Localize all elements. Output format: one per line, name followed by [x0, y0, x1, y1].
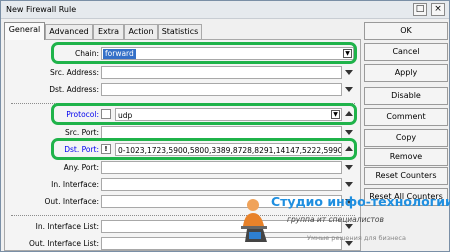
tab-statistics[interactable]: Statistics — [158, 24, 202, 39]
src-address-field[interactable] — [101, 66, 342, 79]
src-address-row: Src. Address: — [5, 66, 362, 80]
dst-address-dropdown-icon[interactable] — [345, 87, 353, 92]
tab-extra[interactable]: Extra — [93, 24, 124, 39]
protocol-highlight — [51, 103, 357, 125]
out-interface-list-label: Out. Interface List: — [29, 239, 99, 248]
any-port-row: Any. Port: — [5, 161, 362, 175]
close-icon[interactable]: × — [431, 3, 445, 16]
watermark-title: Студио инфо-технологии — [271, 194, 450, 209]
restore-icon[interactable]: □ — [413, 3, 427, 16]
cancel-button[interactable]: Cancel — [364, 43, 448, 61]
disable-button[interactable]: Disable — [364, 87, 448, 105]
tab-action[interactable]: Action — [124, 24, 158, 39]
remove-button[interactable]: Remove — [364, 148, 448, 166]
in-interface-row: In. Interface: — [5, 178, 362, 192]
chain-highlight — [51, 42, 357, 64]
apply-button[interactable]: Apply — [364, 64, 448, 82]
src-address-label: Src. Address: — [50, 68, 99, 77]
comment-button[interactable]: Comment — [364, 108, 448, 126]
copy-button[interactable]: Copy — [364, 129, 448, 147]
watermark-tagline: Умные решения для бизнеса — [307, 234, 406, 242]
dst-port-highlight — [51, 138, 357, 160]
src-port-dropdown-icon[interactable] — [345, 130, 353, 135]
tab-advanced[interactable]: Advanced — [45, 24, 93, 39]
src-address-dropdown-icon[interactable] — [345, 70, 353, 75]
watermark-subtitle: группа ит специалистов — [287, 215, 384, 224]
title-bar[interactable]: New Firewall Rule □ × — [1, 1, 449, 19]
in-interface-list-label: In. Interface List: — [35, 222, 99, 231]
reset-counters-button[interactable]: Reset Counters — [364, 167, 448, 185]
src-port-label: Src. Port: — [65, 128, 99, 137]
firewall-rule-window: New Firewall Rule □ × General Advanced E… — [0, 0, 450, 252]
tab-bar: General Advanced Extra Action Statistics — [4, 22, 304, 40]
person-laptop-icon — [241, 199, 267, 242]
dst-address-field[interactable] — [101, 83, 342, 96]
ok-button[interactable]: OK — [364, 22, 448, 40]
dst-address-label: Dst. Address: — [49, 85, 99, 94]
in-interface-select[interactable] — [101, 178, 342, 191]
window-title: New Firewall Rule — [6, 5, 77, 14]
any-port-dropdown-icon[interactable] — [345, 165, 353, 170]
out-interface-label: Out. Interface: — [44, 197, 99, 206]
dst-address-row: Dst. Address: — [5, 83, 362, 97]
any-port-label: Any. Port: — [63, 163, 99, 172]
in-interface-dropdown-icon[interactable] — [345, 182, 353, 187]
any-port-field[interactable] — [101, 161, 342, 174]
studio-watermark: Студио инфо-технологии группа ит специал… — [237, 194, 450, 252]
in-interface-label: In. Interface: — [51, 180, 99, 189]
tab-general[interactable]: General — [4, 22, 45, 40]
